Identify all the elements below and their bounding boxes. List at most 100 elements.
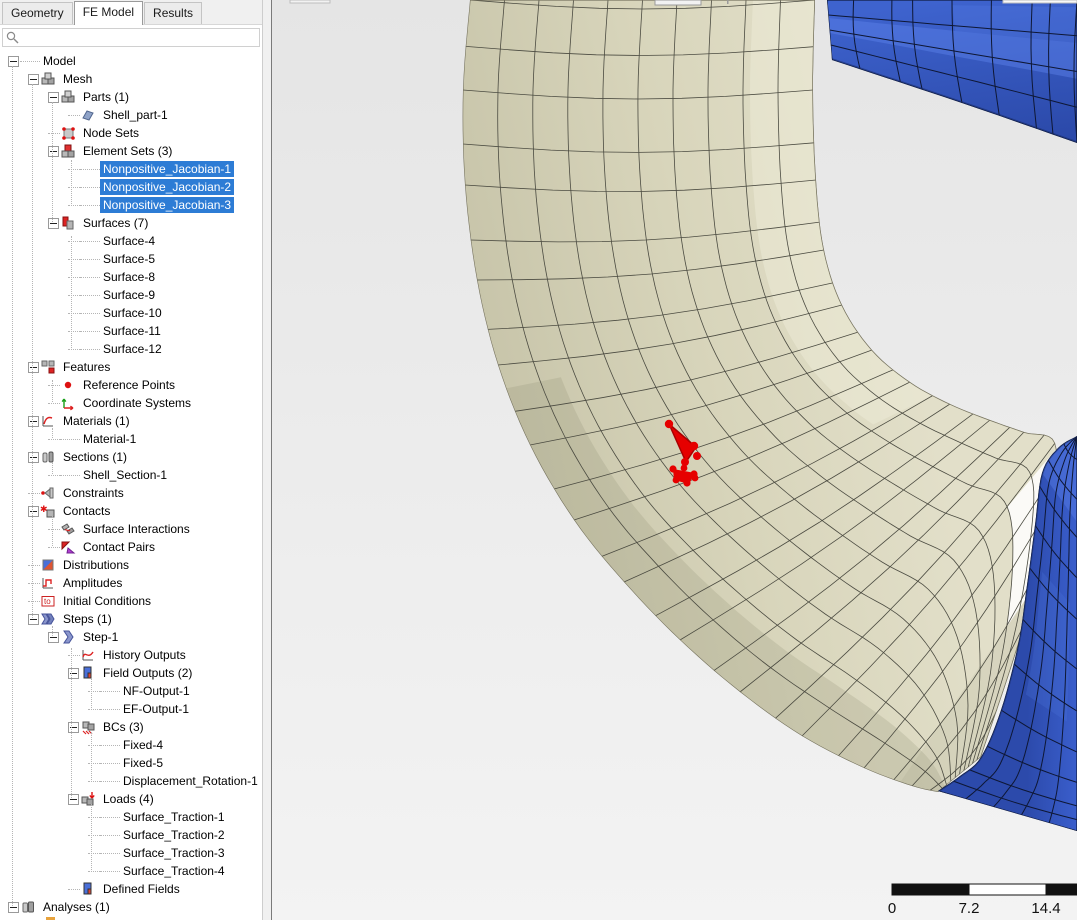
tree-item[interactable]: Surface Interactions	[0, 520, 262, 538]
mesh-icon	[40, 71, 56, 87]
tree-item[interactable]: Analyses (1)	[0, 898, 262, 916]
collapse-expander-icon[interactable]	[68, 721, 79, 733]
tree-item-label: Loads (4)	[103, 792, 154, 806]
tree-connector	[48, 546, 60, 548]
collapse-expander-icon[interactable]	[48, 91, 59, 103]
tree-connector	[88, 852, 100, 854]
tree-item[interactable]: Reference Points	[0, 376, 262, 394]
tree-item[interactable]: Element Sets (3)	[0, 142, 262, 160]
tree-item[interactable]: Amplitudes	[0, 574, 262, 592]
tree-item[interactable]: EF-Output-1	[0, 700, 262, 718]
tree-guide-line	[91, 678, 92, 708]
tree-item-label: Surface Interactions	[83, 522, 190, 536]
tree-connector	[48, 384, 60, 386]
tab-geometry[interactable]: Geometry	[2, 2, 73, 24]
tree-connector	[48, 132, 60, 134]
tree-item-label: Surface_Traction-1	[123, 810, 225, 824]
collapse-expander-icon[interactable]	[28, 415, 39, 427]
tree-item[interactable]: Field Outputs (2)	[0, 664, 262, 682]
tree-item[interactable]: History Outputs	[0, 646, 262, 664]
tree-item[interactable]: Surfaces (7)	[0, 214, 262, 232]
tree-item[interactable]: Surface_Traction-4	[0, 862, 262, 880]
collapse-expander-icon[interactable]	[8, 901, 19, 913]
tree-item[interactable]: Model	[0, 52, 262, 70]
tree-item[interactable]: Constraints	[0, 484, 262, 502]
tree-connector	[48, 528, 60, 530]
tree-item[interactable]: Surface-9	[0, 286, 262, 304]
tree-item[interactable]: Sections (1)	[0, 448, 262, 466]
steps-icon	[40, 611, 56, 627]
collapse-expander-icon[interactable]	[48, 217, 59, 229]
tree-item[interactable]: Nonpositive_Jacobian-1	[0, 160, 262, 178]
tree-item[interactable]: Surface-5	[0, 250, 262, 268]
tree-item[interactable]: Shell_part-1	[0, 106, 262, 124]
tree-item[interactable]: Coordinate Systems	[0, 394, 262, 412]
collapse-expander-icon[interactable]	[68, 793, 79, 805]
collapse-expander-icon[interactable]	[8, 55, 19, 67]
tree-item[interactable]: Defined Fields	[0, 880, 262, 898]
tree-item[interactable]: Nonpositive_Jacobian-2	[0, 178, 262, 196]
tree-item[interactable]: Parts (1)	[0, 88, 262, 106]
model-tree: Model Mesh Parts (1) Shell_part-1 Node Sets E…	[0, 52, 262, 916]
tab-fe-model[interactable]: FE Model	[73, 1, 144, 25]
tree-connector	[80, 330, 100, 332]
analyses-icon	[20, 899, 36, 915]
tree-item[interactable]: Materials (1)	[0, 412, 262, 430]
step-icon	[60, 629, 76, 645]
collapse-expander-icon[interactable]	[28, 613, 39, 625]
tree-item[interactable]: Loads (4)	[0, 790, 262, 808]
tree-item[interactable]: Fixed-5	[0, 754, 262, 772]
tree-item[interactable]: Material-1	[0, 430, 262, 448]
tree-item[interactable]: Shell_Section-1	[0, 466, 262, 484]
collapse-expander-icon[interactable]	[48, 631, 59, 643]
tree-item[interactable]: Steps (1)	[0, 610, 262, 628]
collapse-expander-icon[interactable]	[48, 145, 59, 157]
tree-connector	[100, 690, 120, 692]
amplitudes-icon	[40, 575, 56, 591]
tree-item[interactable]: Surface-8	[0, 268, 262, 286]
tree-item-label: Reference Points	[83, 378, 176, 392]
tree-search	[0, 25, 262, 49]
initial-conditions-icon: to	[40, 593, 56, 609]
tree-item[interactable]: Distributions	[0, 556, 262, 574]
surfaces-icon	[60, 215, 76, 231]
tree-item[interactable]: Contact Pairs	[0, 538, 262, 556]
tree-item-label: Fixed-4	[123, 738, 164, 752]
element-sets-icon	[60, 143, 76, 159]
tree-item-label: Features	[63, 360, 111, 374]
tree-item[interactable]: Surface-12	[0, 340, 262, 358]
search-input[interactable]	[2, 28, 260, 47]
tree-connector	[68, 258, 80, 260]
tree-item[interactable]: Nonpositive_Jacobian-3	[0, 196, 262, 214]
tree-guide-line	[52, 516, 53, 546]
tree-item[interactable]: Node Sets	[0, 124, 262, 142]
tree-item[interactable]: Step-1	[0, 628, 262, 646]
viewport-3d[interactable]: 0 7.2 14.4	[272, 0, 1077, 920]
collapse-expander-icon[interactable]	[28, 451, 39, 463]
tree-item[interactable]: Features	[0, 358, 262, 376]
tree-item[interactable]: Mesh	[0, 70, 262, 88]
collapse-expander-icon[interactable]	[28, 505, 39, 517]
tree-item-label: Surface-4	[103, 234, 156, 248]
tree-item[interactable]: Surface-10	[0, 304, 262, 322]
tree-item[interactable]: Surface_Traction-3	[0, 844, 262, 862]
tree-item-label: Initial Conditions	[63, 594, 152, 608]
tree-connector	[88, 834, 100, 836]
tree-item-label: Surface-9	[103, 288, 156, 302]
tab-results[interactable]: Results	[144, 2, 203, 24]
tree-connector	[48, 402, 60, 404]
tree-item[interactable]: Fixed-4	[0, 736, 262, 754]
tree-item[interactable]: Surface_Traction-2	[0, 826, 262, 844]
collapse-expander-icon[interactable]	[28, 361, 39, 373]
tree-item[interactable]: to Initial Conditions	[0, 592, 262, 610]
tree-item[interactable]: Surface-4	[0, 232, 262, 250]
collapse-expander-icon[interactable]	[28, 73, 39, 85]
tree-item[interactable]: Surface-11	[0, 322, 262, 340]
tree-item-label: Analyses (1)	[43, 900, 110, 914]
tree-item[interactable]: Displacement_Rotation-1	[0, 772, 262, 790]
tree-item[interactable]: BCs (3)	[0, 718, 262, 736]
tree-item[interactable]: ✱ Contacts	[0, 502, 262, 520]
tree-item[interactable]: NF-Output-1	[0, 682, 262, 700]
collapse-expander-icon[interactable]	[68, 667, 79, 679]
tree-item[interactable]: Surface_Traction-1	[0, 808, 262, 826]
